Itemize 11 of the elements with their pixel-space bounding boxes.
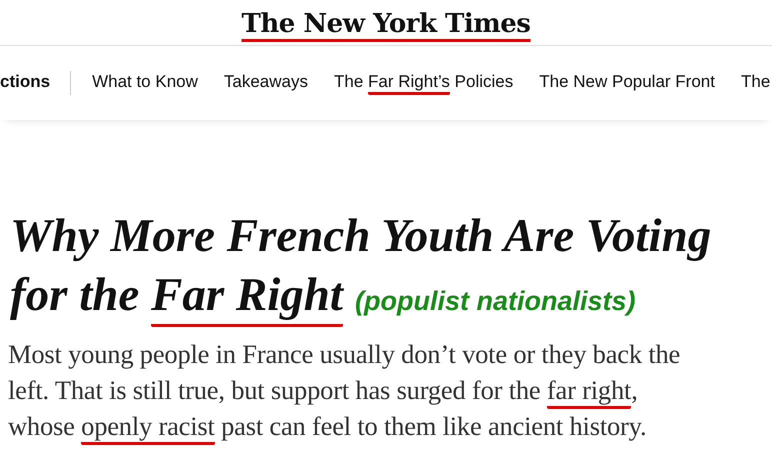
nav-link[interactable]: Takeaways: [210, 71, 321, 95]
newspaper-logo[interactable]: The New York Times: [242, 6, 530, 45]
nav-link[interactable]: The New Popular Front: [526, 71, 728, 95]
headline: for the Far Right: [10, 267, 343, 327]
annotation-text: (populist nationalists): [355, 285, 636, 318]
nav-link[interactable]: The Far Right’s Policies: [321, 71, 526, 95]
headline: Why More French Youth Are Voting: [10, 209, 712, 264]
nav-link[interactable]: The: [728, 71, 772, 95]
summary-paragraph: Most young people in France usually don’t vote or they back the left. That is still true, but support has surged for the far right, whose openly racist past can feel to them like ancient history.: [8, 337, 772, 445]
nav-link[interactable]: What to Know: [79, 71, 211, 95]
nav-link[interactable]: ctions: [0, 71, 72, 95]
